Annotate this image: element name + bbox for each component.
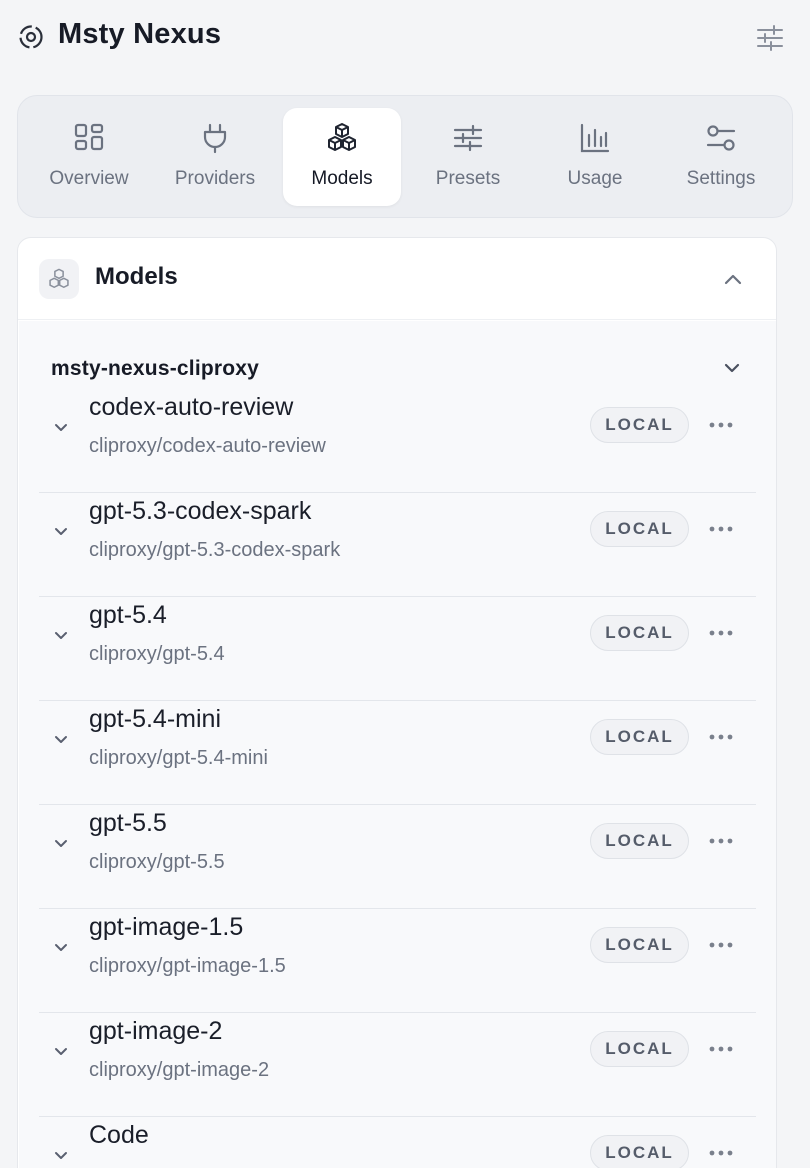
- more-options-icon[interactable]: [706, 827, 736, 855]
- model-id: cliproxy/gpt-5.5: [89, 851, 225, 873]
- model-name: gpt-5.4-mini: [89, 705, 221, 733]
- nav-item-providers[interactable]: Providers: [156, 108, 274, 206]
- nav-item-usage[interactable]: Usage: [536, 108, 654, 206]
- model-id: cliproxy/gpt-image-2: [89, 1059, 270, 1081]
- chevron-down-icon[interactable]: [49, 935, 73, 959]
- local-badge: LOCAL: [590, 927, 689, 963]
- more-options-icon[interactable]: [706, 1139, 736, 1167]
- chevron-down-icon[interactable]: [720, 356, 744, 380]
- chevron-down-icon[interactable]: [49, 415, 73, 439]
- bar-chart-icon: [580, 123, 610, 153]
- chevron-down-icon[interactable]: [49, 519, 73, 543]
- local-badge: LOCAL: [590, 719, 689, 755]
- chevron-down-icon[interactable]: [49, 1039, 73, 1063]
- model-name: codex-auto-review: [89, 393, 294, 421]
- model-name: Code: [89, 1121, 149, 1149]
- model-name: gpt-image-2: [89, 1017, 223, 1045]
- nav-item-settings[interactable]: Settings: [662, 108, 780, 206]
- nav-item-overview[interactable]: Overview: [30, 108, 148, 206]
- chevron-down-icon[interactable]: [49, 727, 73, 751]
- model-group: msty-nexus-cliproxy codex-auto-review cli…: [19, 321, 776, 1168]
- model-row[interactable]: codex-auto-review cliproxy/codex-auto-rev…: [39, 389, 756, 493]
- chevron-down-icon[interactable]: [49, 1143, 73, 1167]
- app-header: Msty Nexus: [0, 0, 810, 76]
- local-badge: LOCAL: [590, 1135, 689, 1168]
- header-settings-icon[interactable]: [754, 22, 786, 54]
- model-id: cliproxy/codex-auto-review: [89, 435, 326, 457]
- toggles-icon: [706, 125, 736, 151]
- model-name: gpt-5.5: [89, 809, 167, 837]
- model-row[interactable]: gpt-5.3-codex-spark cliproxy/gpt-5.3-code…: [39, 493, 756, 597]
- cubes-icon: [328, 123, 356, 151]
- sliders-icon: [453, 124, 483, 152]
- nav-label: Providers: [174, 168, 256, 189]
- model-row[interactable]: gpt-image-1.5 cliproxy/gpt-image-1.5 LOCAL: [39, 909, 756, 1013]
- main-nav: Overview Providers Models Presets Usage …: [17, 95, 793, 218]
- more-options-icon[interactable]: [706, 515, 736, 543]
- logo-icon: [19, 25, 43, 49]
- model-row[interactable]: gpt-5.5 cliproxy/gpt-5.5 LOCAL: [39, 805, 756, 909]
- model-id: cliproxy/gpt-image-1.5: [89, 955, 286, 977]
- more-options-icon[interactable]: [706, 411, 736, 439]
- local-badge: LOCAL: [590, 1031, 689, 1067]
- local-badge: LOCAL: [590, 823, 689, 859]
- group-header[interactable]: msty-nexus-cliproxy: [19, 321, 776, 391]
- more-options-icon[interactable]: [706, 931, 736, 959]
- grid-icon: [74, 123, 104, 151]
- chevron-down-icon[interactable]: [49, 831, 73, 855]
- nav-label: Settings: [686, 168, 756, 189]
- model-row[interactable]: gpt-5.4 cliproxy/gpt-5.4 LOCAL: [39, 597, 756, 701]
- panel-icon-box: [39, 259, 79, 299]
- model-name: gpt-5.3-codex-spark: [89, 497, 312, 525]
- more-options-icon[interactable]: [706, 619, 736, 647]
- chevron-down-icon[interactable]: [49, 623, 73, 647]
- more-options-icon[interactable]: [706, 723, 736, 751]
- local-badge: LOCAL: [590, 615, 689, 651]
- model-name: gpt-image-1.5: [89, 913, 244, 941]
- local-badge: LOCAL: [590, 511, 689, 547]
- model-row[interactable]: gpt-image-2 cliproxy/gpt-image-2 LOCAL: [39, 1013, 756, 1117]
- more-options-icon[interactable]: [706, 1035, 736, 1063]
- model-id: cliproxy/gpt-5.4: [89, 643, 225, 665]
- nav-item-presets[interactable]: Presets: [409, 108, 527, 206]
- models-panel: Models msty-nexus-cliproxy codex-auto-re…: [17, 237, 777, 1168]
- nav-label: Overview: [49, 168, 129, 189]
- model-id: cliproxy/gpt-5.4-mini: [89, 747, 268, 769]
- model-name: gpt-5.4: [89, 601, 167, 629]
- model-row[interactable]: gpt-5.4-mini cliproxy/gpt-5.4-mini LOCAL: [39, 701, 756, 805]
- chevron-up-icon[interactable]: [718, 264, 748, 294]
- nav-label: Usage: [567, 168, 623, 189]
- cubes-icon: [49, 268, 69, 289]
- model-row[interactable]: Code LOCAL: [39, 1117, 756, 1168]
- plug-icon: [203, 123, 227, 154]
- panel-header[interactable]: Models: [18, 238, 776, 320]
- local-badge: LOCAL: [590, 407, 689, 443]
- nav-label: Models: [311, 168, 373, 189]
- app-title: Msty Nexus: [58, 18, 222, 50]
- panel-title: Models: [95, 263, 178, 290]
- model-id: cliproxy/gpt-5.3-codex-spark: [89, 539, 341, 561]
- nav-item-models[interactable]: Models: [283, 108, 401, 206]
- group-title: msty-nexus-cliproxy: [51, 357, 260, 380]
- nav-label: Presets: [435, 168, 501, 189]
